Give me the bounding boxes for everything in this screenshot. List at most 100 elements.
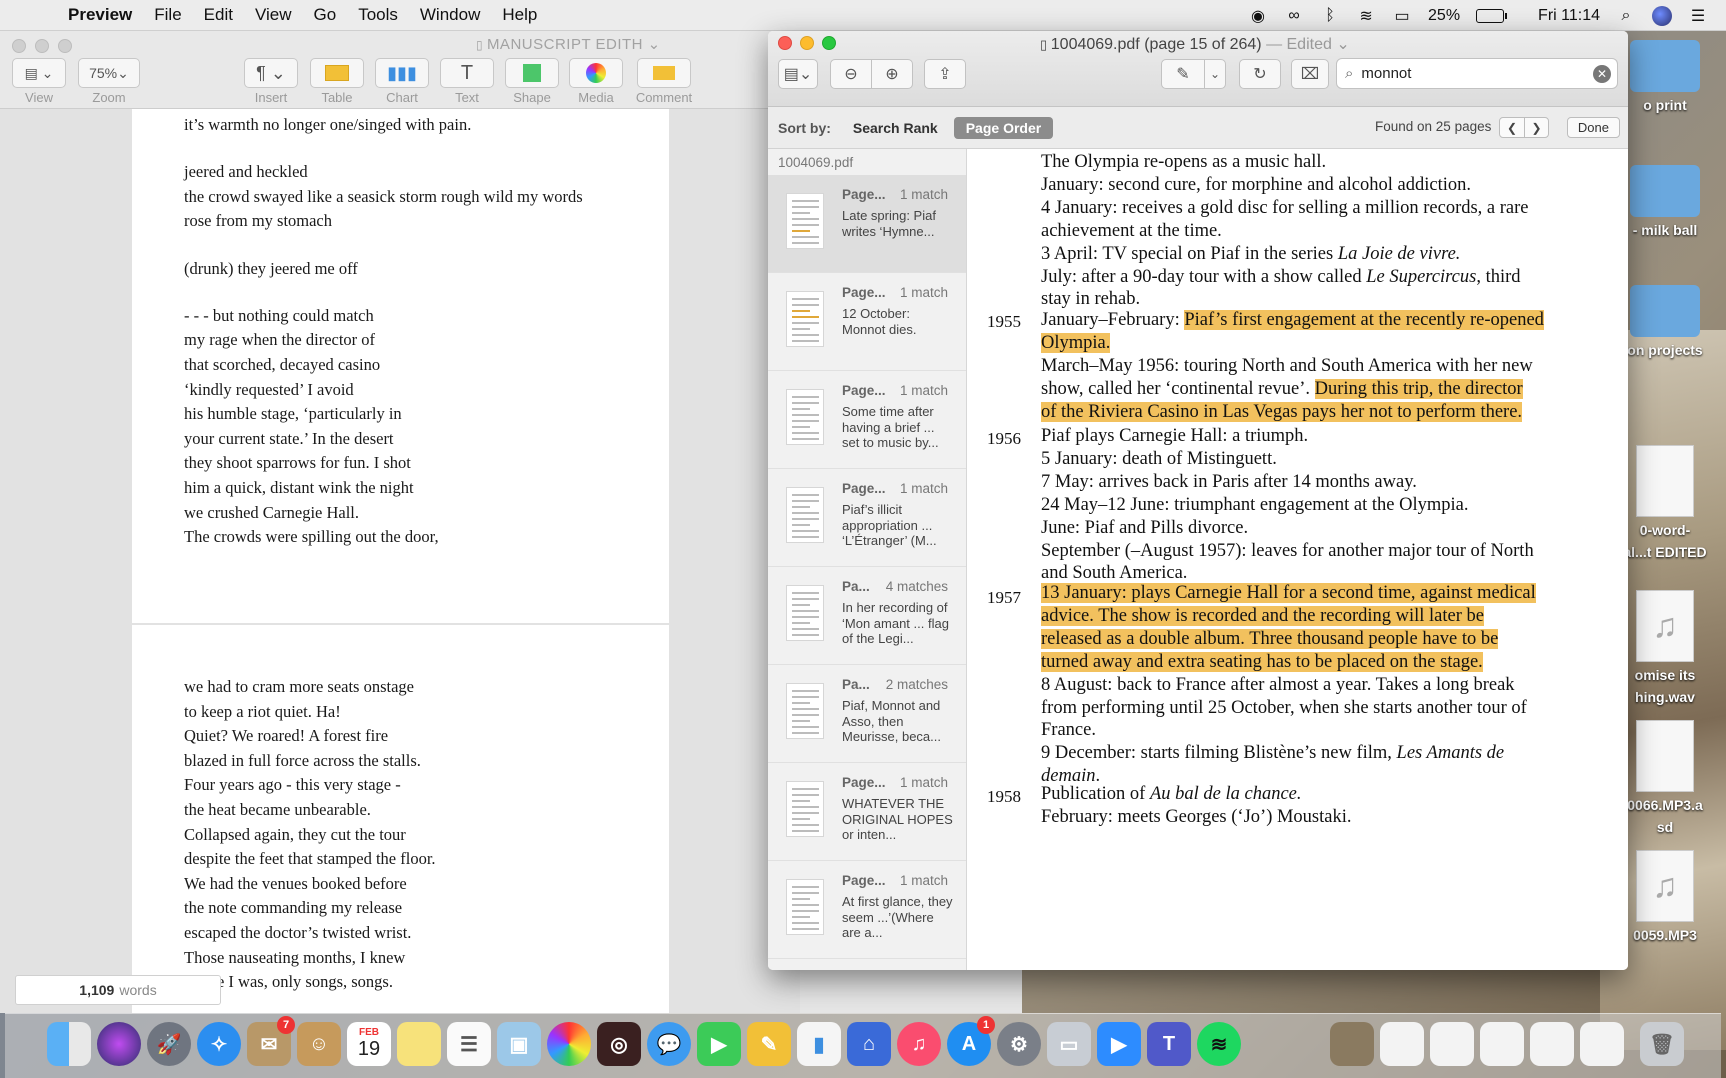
menu-help[interactable]: Help xyxy=(502,5,537,25)
mail-icon[interactable]: ✉ 7 xyxy=(247,1016,295,1066)
minimize-button[interactable] xyxy=(800,36,814,50)
zoom-app-icon[interactable]: ▶ xyxy=(1097,1022,1141,1066)
accessibility-icon[interactable]: ◉ xyxy=(1248,6,1268,26)
zoom-select[interactable]: 75% ⌄ xyxy=(78,58,140,88)
menu-go[interactable]: Go xyxy=(314,5,337,25)
toolbox-button[interactable]: ⌧ xyxy=(1291,59,1329,89)
reminders-icon[interactable]: ☰ xyxy=(447,1022,491,1066)
photos-icon[interactable] xyxy=(547,1022,591,1066)
recent-document-icon[interactable] xyxy=(1580,1022,1624,1066)
view-button[interactable]: ▤ ⌄ xyxy=(12,58,66,88)
system-preferences-icon[interactable]: ⚙ xyxy=(997,1022,1041,1066)
search-result-item[interactable]: Page...1 match xyxy=(768,959,966,970)
zoom-button[interactable] xyxy=(822,36,836,50)
wifi-icon[interactable]: ≋ xyxy=(1356,6,1376,26)
markup-menu-button[interactable]: ⌄ xyxy=(1204,59,1226,89)
search-field[interactable]: ⌕ monnot ✕ xyxy=(1336,58,1618,89)
done-button[interactable]: Done xyxy=(1566,117,1620,138)
media-button[interactable] xyxy=(569,58,623,88)
menu-view[interactable]: View xyxy=(255,5,292,25)
messages-icon[interactable]: 💬 xyxy=(647,1022,691,1066)
safari-icon[interactable]: ✧ xyxy=(197,1022,241,1066)
chart-button[interactable]: ▮▮▮ xyxy=(375,58,429,88)
next-result-button[interactable]: ❯ xyxy=(1524,118,1548,137)
search-highlight[interactable]: Olympia. xyxy=(1041,332,1111,353)
bluetooth-icon[interactable]: ᛒ xyxy=(1320,6,1340,26)
finder-icon[interactable] xyxy=(47,1022,91,1066)
calendar-icon[interactable]: FEB 19 xyxy=(347,1022,391,1066)
preview-window-title[interactable]: ▯ 1004069.pdf (page 15 of 264) — Edited … xyxy=(1040,34,1350,54)
photo-booth-icon[interactable]: ◎ xyxy=(597,1022,641,1066)
pages-icon[interactable]: ✎ xyxy=(747,1022,791,1066)
menu-window[interactable]: Window xyxy=(420,5,480,25)
search-result-item[interactable]: Page... 1 match At first glance, they seem… xyxy=(768,861,966,959)
creative-cloud-icon[interactable]: ∞ xyxy=(1284,6,1304,26)
app-store-icon[interactable]: A1 xyxy=(947,1016,995,1066)
table-button[interactable] xyxy=(310,58,364,88)
search-highlight[interactable]: 13 January: plays Carnegie Hall for a se… xyxy=(1041,583,1536,603)
search-highlight[interactable]: released as a double album. Three thousa… xyxy=(1041,628,1499,649)
teams-icon[interactable]: T xyxy=(1147,1022,1191,1066)
trash-icon[interactable]: 🗑 xyxy=(1640,1022,1684,1066)
battery-percent[interactable]: 25% xyxy=(1428,7,1460,25)
search-highlight[interactable]: Piaf’s first engagement at the recently … xyxy=(1184,310,1544,330)
search-highlight[interactable]: During this trip, the director xyxy=(1314,378,1523,399)
battery-icon[interactable] xyxy=(1476,8,1508,23)
search-result-item[interactable]: Pa... 2 matches Piaf, Monnot and Asso, the… xyxy=(768,665,966,763)
menu-app-name[interactable]: Preview xyxy=(68,5,132,25)
notes-icon[interactable] xyxy=(397,1022,441,1066)
recent-document-icon[interactable] xyxy=(1430,1022,1474,1066)
search-result-item[interactable]: Page... 1 match Some time after having a b… xyxy=(768,371,966,469)
shape-button[interactable] xyxy=(505,58,559,88)
search-result-item[interactable]: Page... 1 match WHATEVER THE ORIGINAL HOPE… xyxy=(768,763,966,861)
search-highlight[interactable]: turned away and extra seating has to be … xyxy=(1041,651,1483,672)
music-icon[interactable]: ♫ xyxy=(897,1022,941,1066)
menu-edit[interactable]: Edit xyxy=(204,5,233,25)
rotate-button[interactable]: ↻ xyxy=(1239,59,1281,89)
siri-icon[interactable] xyxy=(97,1022,141,1066)
markup-button[interactable]: ✎ xyxy=(1161,59,1205,89)
search-highlight[interactable]: advice. The show is recorded and the rec… xyxy=(1041,605,1484,626)
notification-center-icon[interactable]: ☰ xyxy=(1688,6,1708,26)
manuscript-text[interactable]: it’s warmth no longer one/singed with pa… xyxy=(184,113,583,550)
insert-button[interactable]: ¶ ⌄ xyxy=(244,58,298,88)
pages-document-title[interactable]: ▯ MANUSCRIPT EDITH ⌄ xyxy=(476,35,661,53)
minimize-button[interactable] xyxy=(35,39,49,53)
manuscript-page[interactable]: we had to cram more seats onstage to keep… xyxy=(132,625,669,1013)
text-button[interactable]: T xyxy=(440,58,494,88)
close-button[interactable] xyxy=(12,39,26,53)
zoom-button[interactable] xyxy=(58,39,72,53)
zoom-in-button[interactable]: ⊕ xyxy=(871,59,913,89)
search-highlight[interactable]: of the Riviera Casino in Las Vegas pays … xyxy=(1041,401,1523,422)
recent-document-icon[interactable] xyxy=(1330,1022,1374,1066)
spotlight-search-icon[interactable]: ⌕ xyxy=(1616,6,1636,26)
pdf-page[interactable]: The Olympia re-opens as a music hall. Ja… xyxy=(967,149,1628,970)
search-query[interactable]: monnot xyxy=(1361,65,1411,82)
numbers-icon[interactable]: ▮ xyxy=(797,1022,841,1066)
keynote-icon[interactable]: ⌂ xyxy=(847,1022,891,1066)
clock[interactable]: Fri 11:14 xyxy=(1538,7,1600,25)
recent-document-icon[interactable] xyxy=(1480,1022,1524,1066)
clear-search-icon[interactable]: ✕ xyxy=(1593,65,1611,83)
search-result-item[interactable]: Page... 1 match 12 October: Monnot dies. xyxy=(768,273,966,371)
search-result-item[interactable]: Pa... 4 matches In her recording of ‘Mon a… xyxy=(768,567,966,665)
contacts-icon[interactable]: ☺ xyxy=(297,1022,341,1066)
sidebar-view-button[interactable]: ▤⌄ xyxy=(778,59,818,89)
search-result-item[interactable]: Page... 1 match Piaf’s illicit appropriati… xyxy=(768,469,966,567)
image-capture-icon[interactable]: ▭ xyxy=(1047,1022,1091,1066)
preview-icon[interactable]: ▣ xyxy=(497,1022,541,1066)
manuscript-page[interactable]: it’s warmth no longer one/singed with pa… xyxy=(132,109,669,623)
recent-document-icon[interactable] xyxy=(1530,1022,1574,1066)
comment-button[interactable] xyxy=(637,58,691,88)
share-button[interactable]: ⇪ xyxy=(924,59,966,89)
sort-search-rank-button[interactable]: Search Rank xyxy=(841,117,950,139)
sort-page-order-button[interactable]: Page Order xyxy=(953,116,1054,139)
facetime-icon[interactable]: ▶ xyxy=(697,1022,741,1066)
menu-file[interactable]: File xyxy=(154,5,181,25)
recent-document-icon[interactable] xyxy=(1380,1022,1424,1066)
zoom-out-button[interactable]: ⊖ xyxy=(830,59,872,89)
previous-result-button[interactable]: ❮ xyxy=(1500,118,1524,137)
search-result-item[interactable]: Page... 1 match Late spring: Piaf writes ‘… xyxy=(768,175,966,273)
word-count[interactable]: 1,109 words xyxy=(15,975,221,1005)
airplay-icon[interactable]: ▭ xyxy=(1392,6,1412,26)
